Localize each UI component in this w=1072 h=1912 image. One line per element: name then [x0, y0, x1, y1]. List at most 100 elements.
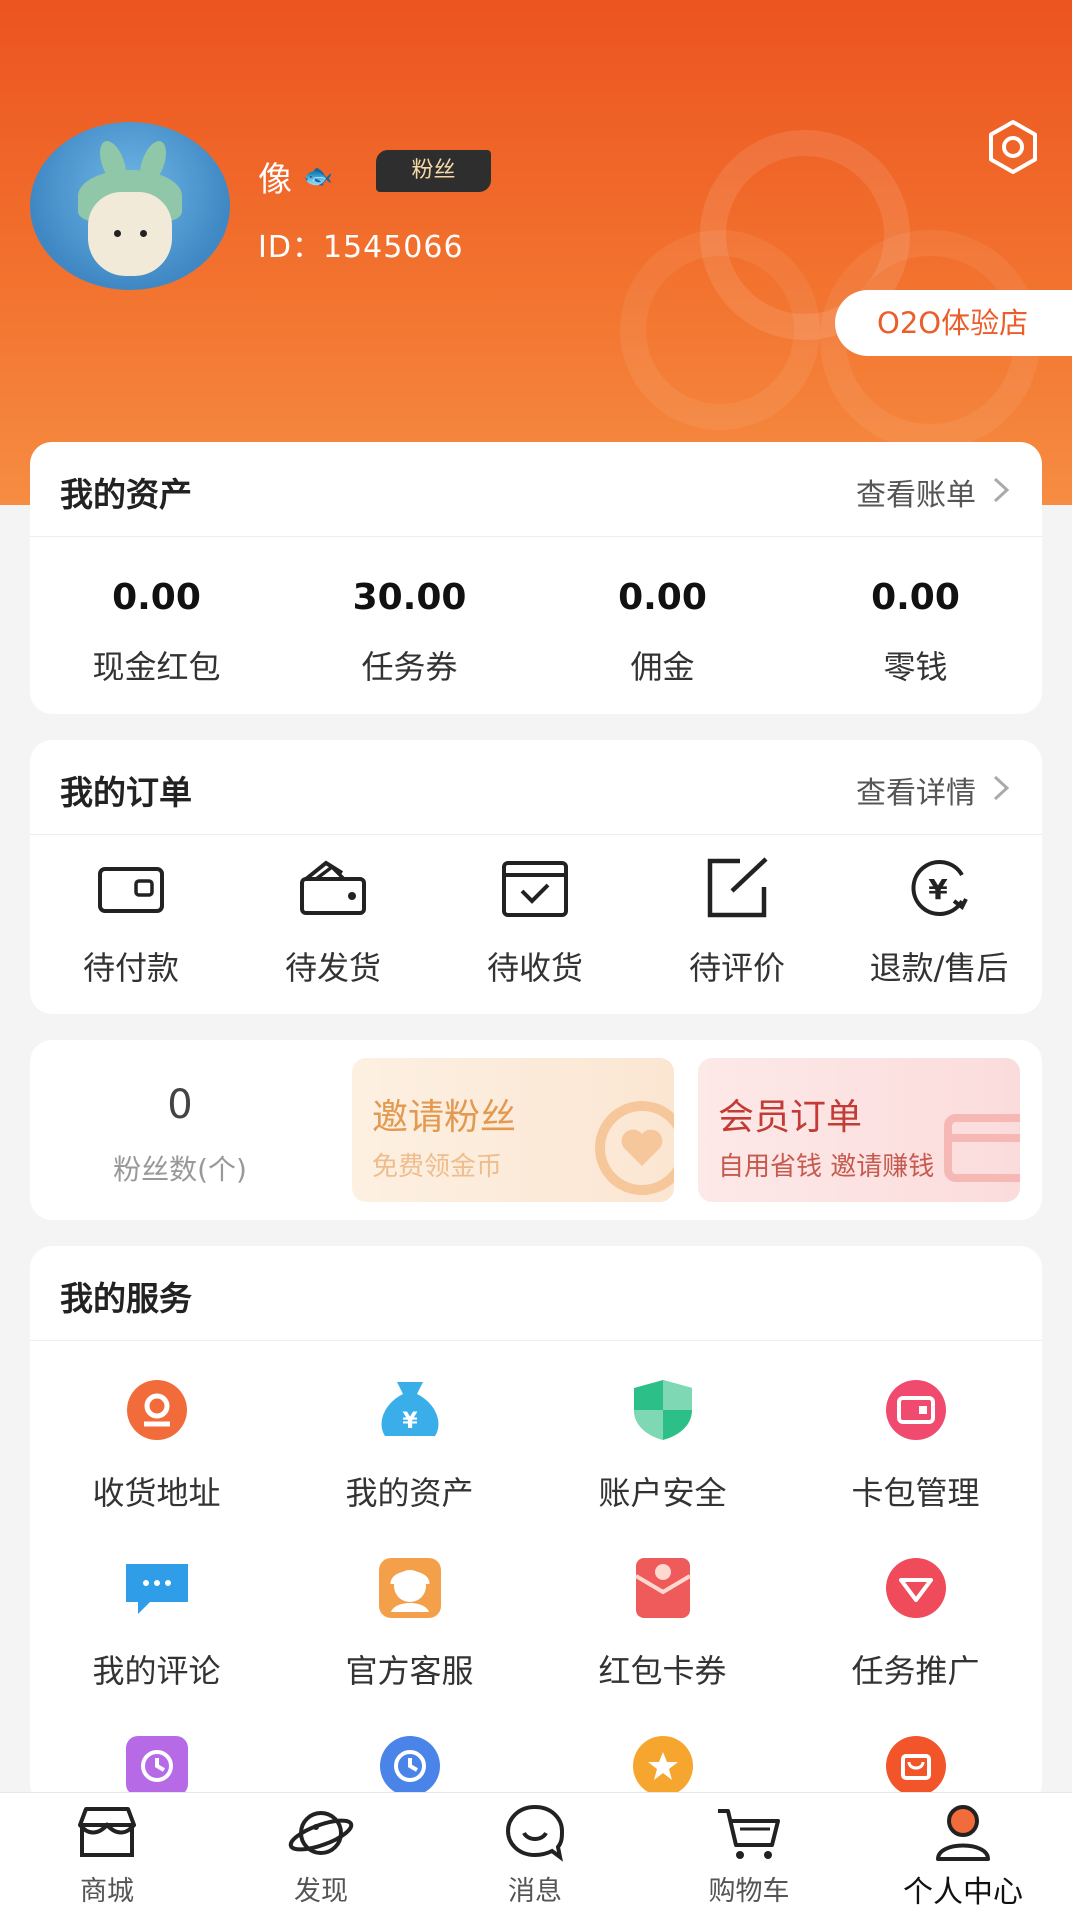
asset-cash-redpacket[interactable]: 0.00 现金红包: [30, 537, 283, 714]
asset-value: 0.00: [112, 577, 201, 618]
settings-hexagon-icon[interactable]: [984, 118, 1042, 176]
tab-messages[interactable]: 消息: [428, 1793, 642, 1912]
box-check-icon: [502, 861, 568, 917]
orders-card: 我的订单 查看详情 待付款 待发货 待收货 待评价 ¥ 退款/售后: [30, 740, 1042, 1014]
tab-discover[interactable]: 发现: [214, 1793, 428, 1912]
service-redpacket-coupons[interactable]: 红包卡券: [536, 1536, 789, 1716]
customer-service-icon: [379, 1558, 441, 1618]
o2o-store-button[interactable]: O2O体验店: [835, 290, 1072, 356]
service-label: 账户安全: [598, 1474, 727, 1512]
order-refund-aftersale[interactable]: ¥ 退款/售后: [838, 835, 1040, 1014]
order-pending-shipment[interactable]: 待发货: [232, 835, 434, 1014]
fish-icon: 🐟: [303, 162, 333, 190]
fans-count[interactable]: 0: [30, 1082, 330, 1128]
service-label: 我的评论: [92, 1652, 221, 1690]
service-card-wallet[interactable]: 卡包管理: [789, 1358, 1042, 1538]
order-label: 待发货: [284, 949, 381, 987]
services-card: 我的服务 收货地址 ¥ 我的资产 账户安全 卡包管理 我的评论 官方客服 红包卡…: [30, 1246, 1042, 1806]
asset-label: 零钱: [883, 648, 948, 686]
tab-cart[interactable]: 购物车: [642, 1793, 856, 1912]
service-label: 官方客服: [345, 1652, 474, 1690]
tab-label: 商城: [80, 1876, 134, 1907]
tab-label: 发现: [294, 1876, 348, 1907]
service-label: 我的资产: [345, 1474, 474, 1512]
order-pending-payment[interactable]: 待付款: [30, 835, 232, 1014]
service-label: 卡包管理: [851, 1474, 980, 1512]
services-header: 我的服务: [30, 1246, 1042, 1341]
asset-label: 现金红包: [92, 648, 221, 686]
invite-subtitle: 免费领金币: [372, 1152, 503, 1182]
assets-title: 我的资产: [60, 475, 192, 514]
clock-icon: [380, 1736, 440, 1796]
orders-title: 我的订单: [60, 773, 192, 812]
shield-icon: [634, 1380, 692, 1440]
asset-commission[interactable]: 0.00 佣金: [536, 537, 789, 714]
purse-icon: [300, 860, 366, 915]
service-task-promotion[interactable]: 任务推广: [789, 1536, 1042, 1716]
order-pending-review[interactable]: 待评价: [636, 835, 838, 1014]
bottom-tab-bar: 商城 发现 消息 购物车 个人中心: [0, 1792, 1072, 1912]
view-details-link[interactable]: 查看详情: [856, 768, 976, 812]
store-icon: [78, 1807, 136, 1857]
avatar-eye: [114, 230, 121, 237]
profile-icon: [936, 1805, 990, 1861]
invite-fans-banner[interactable]: 邀请粉丝 免费领金币: [352, 1058, 674, 1202]
tab-label: 个人中心: [903, 1875, 1023, 1910]
view-bill-link[interactable]: 查看账单: [856, 470, 976, 514]
service-label: 收货地址: [92, 1474, 221, 1512]
fan-badge: 粉丝: [376, 150, 491, 192]
service-my-assets[interactable]: ¥ 我的资产: [283, 1358, 536, 1538]
member-subtitle: 自用省钱 邀请赚钱: [718, 1152, 935, 1182]
service-official-support[interactable]: 官方客服: [283, 1536, 536, 1716]
edit-icon: [707, 857, 768, 918]
header-decoration: [620, 230, 820, 430]
cart-icon: [718, 1809, 780, 1859]
asset-value: 30.00: [352, 577, 467, 618]
asset-label: 任务券: [361, 648, 458, 686]
shopping-bag-icon: [886, 1736, 946, 1796]
service-account-security[interactable]: 账户安全: [536, 1358, 789, 1538]
card-icon: [944, 1114, 1020, 1182]
service-my-comments[interactable]: 我的评论: [30, 1536, 283, 1716]
member-orders-banner[interactable]: 会员订单 自用省钱 邀请赚钱: [698, 1058, 1020, 1202]
order-label: 退款/售后: [869, 949, 1009, 987]
assets-card: 我的资产 查看账单 0.00 现金红包 30.00 任务券 0.00 佣金 0.…: [30, 442, 1042, 714]
service-label: 任务推广: [851, 1652, 980, 1690]
avatar-face: [88, 192, 172, 276]
refund-icon: ¥: [911, 860, 968, 916]
order-label: 待收货: [486, 949, 583, 987]
asset-value: 0.00: [871, 577, 960, 618]
username: 像: [258, 160, 292, 200]
order-label: 待评价: [688, 949, 785, 987]
card-wallet-icon: [886, 1380, 946, 1440]
tab-label: 购物车: [708, 1876, 790, 1907]
tab-label: 消息: [508, 1876, 562, 1907]
tab-profile[interactable]: 个人中心: [856, 1793, 1070, 1912]
tab-mall[interactable]: 商城: [0, 1793, 214, 1912]
assets-header[interactable]: 我的资产 查看账单: [30, 442, 1042, 537]
invite-title: 邀请粉丝: [372, 1097, 517, 1138]
order-pending-receipt[interactable]: 待收货: [434, 835, 636, 1014]
services-title: 我的服务: [60, 1279, 192, 1318]
member-title: 会员订单: [718, 1097, 863, 1138]
asset-value: 0.00: [618, 577, 707, 618]
fans-card: 0 粉丝数(个) 邀请粉丝 免费领金币 会员订单 自用省钱 邀请赚钱: [30, 1040, 1042, 1220]
avatar-eye: [140, 230, 147, 237]
money-bag-icon: ¥: [381, 1382, 439, 1436]
location-icon: [127, 1380, 187, 1440]
service-label: 红包卡券: [598, 1652, 727, 1690]
asset-task-voucher[interactable]: 30.00 任务券: [283, 537, 536, 714]
avatar[interactable]: [30, 122, 230, 290]
chevron-right-icon[interactable]: [990, 774, 1012, 802]
diamond-icon: [886, 1558, 946, 1618]
comment-icon: [126, 1564, 188, 1614]
chevron-right-icon[interactable]: [990, 476, 1012, 504]
chat-icon: [505, 1804, 565, 1862]
svg-text:¥: ¥: [402, 1409, 418, 1434]
service-shipping-address[interactable]: 收货地址: [30, 1358, 283, 1538]
heart-icon: [595, 1101, 674, 1195]
orders-header[interactable]: 我的订单 查看详情: [30, 740, 1042, 835]
red-packet-icon: [634, 1558, 692, 1618]
asset-label: 佣金: [630, 648, 695, 686]
asset-change[interactable]: 0.00 零钱: [789, 537, 1042, 714]
